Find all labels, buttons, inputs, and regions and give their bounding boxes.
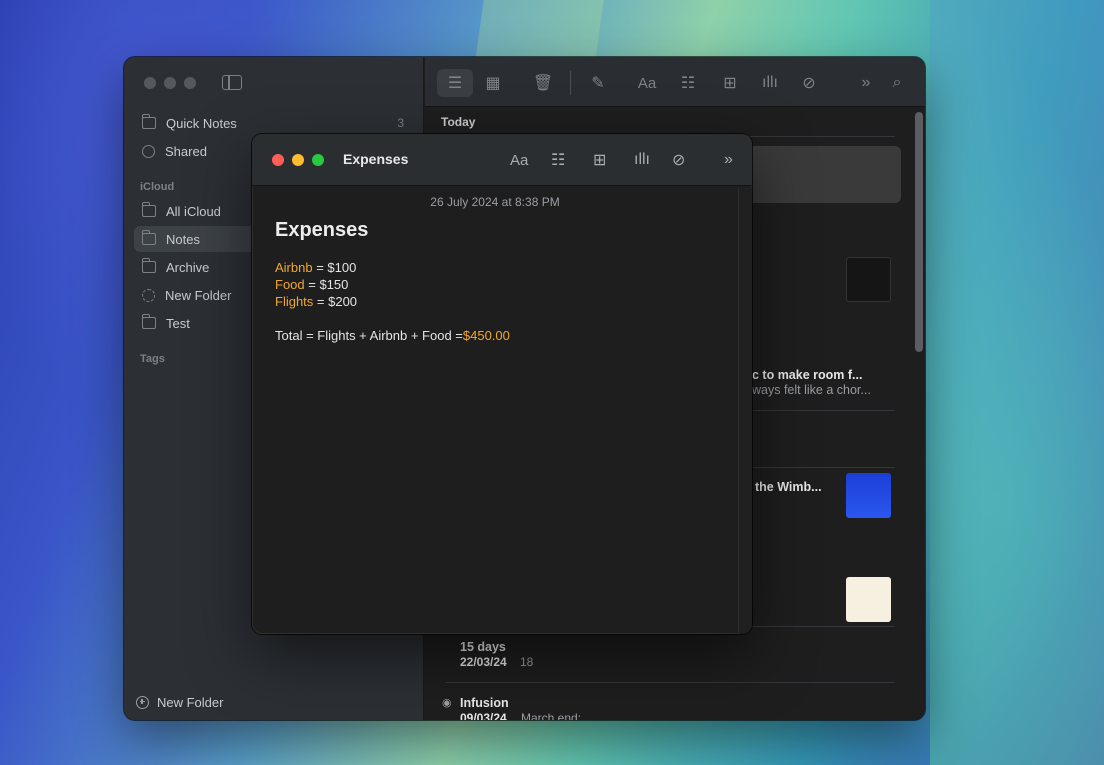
person-circle-icon (142, 144, 155, 158)
audio-waveform-icon[interactable]: ıllı (634, 148, 650, 172)
gear-icon (142, 288, 155, 302)
expense-label: Flights (275, 294, 314, 309)
note-title: 15 days (460, 640, 506, 654)
folder-icon (142, 314, 156, 329)
note-body[interactable]: 26 July 2024 at 8:38 PM Expenses Airbnb … (252, 187, 738, 634)
checklist-icon[interactable]: ☷ (670, 69, 706, 97)
wallpaper-stripe (930, 0, 1104, 765)
table-icon[interactable]: ⊞ (593, 148, 606, 172)
total-value: $450.00 (462, 328, 510, 343)
checklist-icon[interactable]: ☷ (551, 148, 565, 172)
expense-label: Food (275, 277, 305, 292)
total-line: Total = Flights + Airbnb + Food =$450.00 (275, 328, 510, 343)
folder-icon (142, 202, 156, 217)
scrollbar-track[interactable] (738, 187, 752, 634)
plus-circle-icon (136, 695, 149, 709)
format-icon[interactable]: Aa (510, 148, 528, 172)
note-date: 22/03/24 (460, 655, 507, 669)
note-preview: March end: (521, 711, 582, 720)
sidebar-item-label: New Folder (165, 287, 232, 303)
title-bar: Expenses Aa ☷ ⊞ ıllı ⊘ » (252, 134, 752, 186)
window-controls-inactive (144, 77, 196, 89)
close-button[interactable] (272, 154, 284, 166)
note-count: 3 (397, 116, 404, 130)
close-button[interactable] (144, 77, 156, 89)
quick-notes-icon (142, 114, 156, 129)
sidebar-item-label: Test (166, 315, 190, 331)
scrollbar[interactable] (915, 112, 923, 352)
expense-label: Airbnb (275, 260, 313, 275)
total-formula: Total = Flights + Airbnb + Food = (275, 328, 463, 343)
expense-line: Airbnb = $100 (275, 260, 356, 275)
audio-waveform-icon[interactable]: ıllı (752, 69, 788, 97)
note-heading: Expenses (275, 219, 369, 241)
section-header-tags: Tags (140, 353, 165, 365)
search-icon[interactable]: ⌕ (879, 69, 915, 97)
trash-icon[interactable]: 🗑 (525, 69, 561, 97)
list-view-icon[interactable]: ☰ (437, 69, 473, 97)
new-folder-button[interactable]: New Folder (134, 690, 223, 714)
main-toolbar: ☰ ▦ 🗑 ✎ Aa ☷ ⊞ ıllı ⊘ » ⌕ (425, 57, 925, 107)
table-icon[interactable]: ⊞ (712, 69, 748, 97)
window-controls (272, 154, 324, 166)
sidebar-item-quick-notes[interactable]: Quick Notes 3 (134, 110, 414, 136)
divider (445, 682, 895, 683)
note-preview: 18 (520, 655, 534, 669)
sidebar-item-label: Archive (166, 259, 210, 275)
window-title: Expenses (343, 151, 409, 167)
zoom-button[interactable] (312, 154, 324, 166)
sidebar-toggle-icon[interactable] (222, 75, 242, 90)
zoom-button[interactable] (184, 77, 196, 89)
sidebar-item-label: All iCloud (166, 203, 221, 219)
more-chevrons-icon[interactable]: » (724, 148, 733, 172)
expense-line: Food = $150 (275, 277, 348, 292)
note-thumbnail (846, 577, 891, 622)
expense-amount: = $150 (304, 277, 349, 292)
expense-amount: = $200 (313, 294, 358, 309)
note-title: Infusion (460, 696, 509, 710)
note-title: c to make room f... (752, 368, 863, 382)
format-icon[interactable]: Aa (629, 69, 665, 97)
note-title: the Wimb... (755, 480, 822, 494)
folder-icon (142, 258, 156, 273)
sidebar-item-label: Shared (165, 143, 207, 159)
note-date: 09/03/24 (460, 711, 507, 720)
compose-icon[interactable]: ✎ (580, 69, 616, 97)
share-link-icon[interactable]: ⊘ (791, 69, 827, 97)
section-header-icloud: iCloud (140, 181, 175, 193)
shared-person-icon: ◉ (442, 697, 452, 709)
toolbar-divider (570, 71, 571, 95)
gallery-view-icon[interactable]: ▦ (475, 69, 511, 97)
note-preview: ways felt like a chor... (752, 383, 871, 397)
minimize-button[interactable] (164, 77, 176, 89)
note-timestamp: 26 July 2024 at 8:38 PM (430, 195, 560, 209)
expense-amount: = $100 (312, 260, 357, 275)
expense-line: Flights = $200 (275, 294, 357, 309)
share-link-icon[interactable]: ⊘ (672, 148, 685, 172)
sidebar-item-label: Quick Notes (166, 115, 237, 131)
minimize-button[interactable] (292, 154, 304, 166)
expenses-note-window: Expenses Aa ☷ ⊞ ıllı ⊘ » 26 July 2024 at… (252, 134, 752, 634)
folder-icon (142, 230, 156, 245)
new-folder-label: New Folder (157, 694, 224, 710)
sidebar-item-label: Notes (166, 231, 200, 247)
note-thumbnail (846, 473, 891, 518)
section-header-today: Today (441, 115, 476, 129)
note-thumbnail (846, 257, 891, 302)
